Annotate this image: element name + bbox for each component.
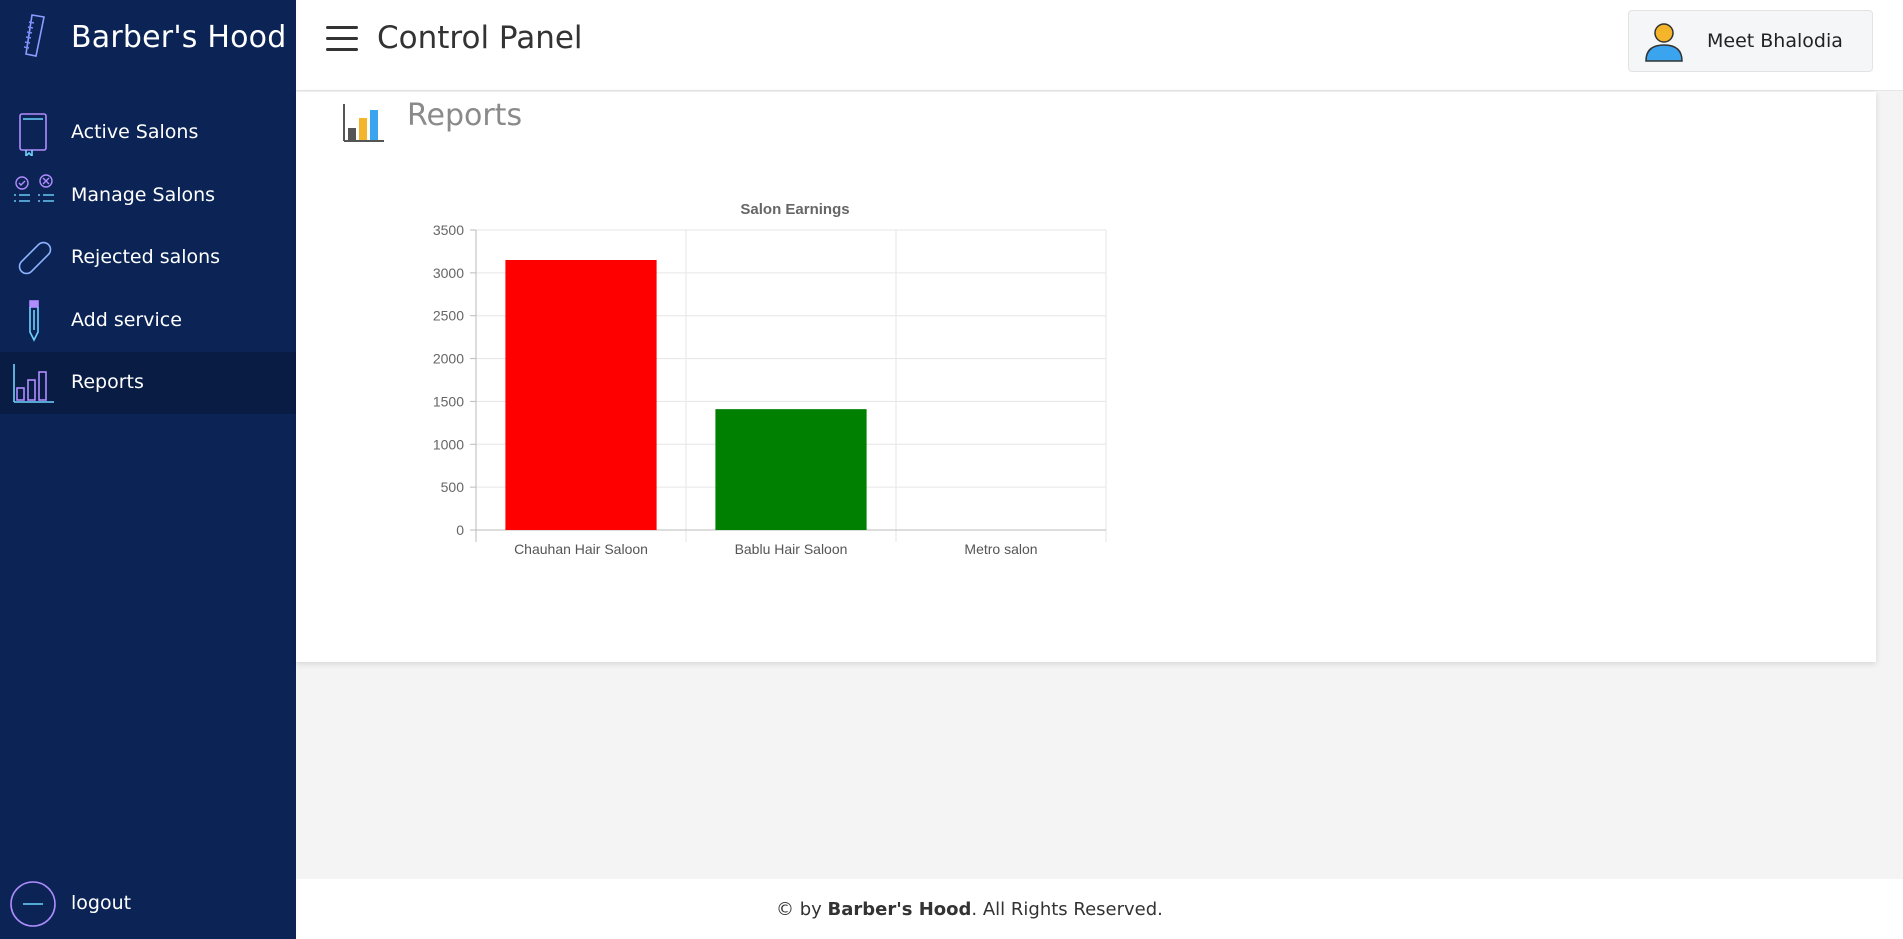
brand-name: Barber's Hood: [71, 20, 287, 55]
checklist-icon: [14, 174, 54, 202]
y-tick-label: 3500: [433, 222, 464, 238]
book-icon: [19, 113, 47, 156]
salon-earnings-chart: Salon Earnings 0 500 1000 1500 2000 2500 3000 3…: [406, 201, 1126, 582]
section-title: Reports: [407, 98, 523, 133]
y-tick-label: 0: [456, 522, 464, 538]
footer-prefix: © by: [776, 899, 828, 920]
bar[interactable]: [715, 409, 867, 530]
footer: © by Barber's Hood. All Rights Reserved.: [296, 879, 1903, 939]
sidebar-item-active-salons[interactable]: Active Salons: [0, 102, 296, 164]
logout-label: logout: [71, 892, 132, 914]
comb-icon: [23, 14, 45, 57]
footer-text: © by Barber's Hood. All Rights Reserved.: [776, 899, 1163, 920]
logout-icon: [10, 881, 56, 927]
y-tick-label: 1000: [433, 436, 464, 452]
brand[interactable]: Barber's Hood: [0, 0, 296, 80]
top-header: Control Panel Meet Bhalodia: [296, 0, 1903, 91]
pencil-icon: [29, 300, 39, 342]
bar[interactable]: [505, 260, 657, 530]
y-tick-label: 2500: [433, 308, 464, 324]
sidebar-item-rejected-salons[interactable]: Rejected salons: [0, 227, 296, 289]
sidebar-item-label: Reports: [71, 371, 144, 393]
footer-suffix: . All Rights Reserved.: [971, 899, 1163, 920]
user-name: Meet Bhalodia: [1707, 30, 1843, 52]
y-tick-label: 2000: [433, 351, 464, 367]
sidebar-item-label: Manage Salons: [71, 184, 216, 206]
sidebar-item-add-service[interactable]: Add service: [0, 290, 296, 352]
bar-chart-icon: [13, 364, 54, 403]
footer-brand: Barber's Hood: [827, 899, 972, 920]
sidebar-item-label: Rejected salons: [71, 246, 221, 268]
x-category-label: Chauhan Hair Saloon: [514, 541, 648, 557]
sidebar-item-label: Active Salons: [71, 121, 199, 143]
y-tick-label: 500: [441, 479, 465, 495]
sidebar-item-label: Add service: [71, 309, 182, 331]
y-tick-label: 1500: [433, 393, 464, 409]
hamburger-menu-icon[interactable]: [326, 26, 358, 52]
sidebar-item-manage-salons[interactable]: Manage Salons: [0, 165, 296, 227]
pill-icon: [18, 241, 52, 275]
user-avatar-icon: [1645, 23, 1683, 62]
y-tick-label: 3000: [433, 265, 464, 281]
reports-card: Reports Salon Earnings 0 500 1000 1500 2000 2…: [296, 92, 1876, 662]
x-category-label: Metro salon: [964, 541, 1037, 557]
user-menu[interactable]: Meet Bhalodia: [1628, 10, 1873, 72]
sidebar: Barber's Hood Active Salons Manage Salon…: [0, 0, 296, 939]
chart-title: Salon Earnings: [740, 202, 849, 218]
reports-chart-icon: [343, 104, 384, 142]
x-category-label: Bablu Hair Saloon: [735, 541, 848, 557]
page-title: Control Panel: [377, 20, 583, 56]
logout-button[interactable]: logout: [0, 874, 296, 934]
bar-chart: Salon Earnings 0 500 1000 1500 2000 2500 3000 3…: [433, 201, 1107, 557]
sidebar-item-reports[interactable]: Reports: [0, 352, 296, 414]
